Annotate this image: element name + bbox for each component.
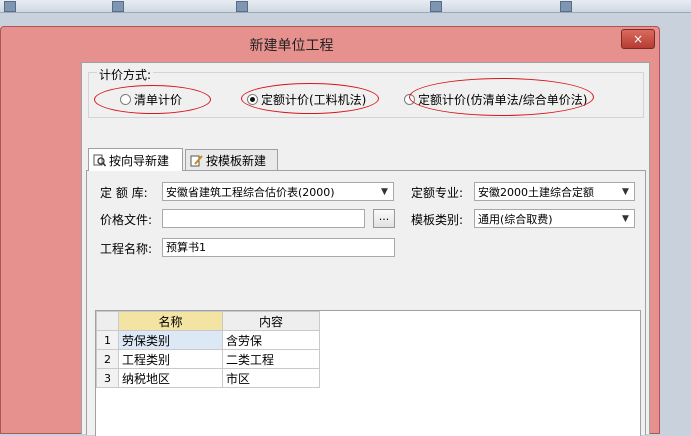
cell-content[interactable]: 市区 bbox=[222, 368, 320, 388]
row-number: 3 bbox=[96, 368, 119, 388]
cell-content[interactable]: 二类工程 bbox=[222, 349, 320, 369]
template-type-select[interactable]: 通用(综合取费) ▼ bbox=[474, 209, 635, 228]
cell-name[interactable]: 工程类别 bbox=[118, 349, 223, 369]
dialog-titlebar[interactable]: 新建单位工程 × bbox=[1, 27, 659, 59]
taskbar-app-icon bbox=[4, 1, 16, 12]
dialog-title: 新建单位工程 bbox=[249, 38, 334, 54]
price-file-label: 价格文件: bbox=[100, 213, 153, 227]
tab-template-new[interactable]: 按模板新建 bbox=[185, 149, 278, 170]
tab-page-wizard: 定 额 库: 安徽省建筑工程综合估价表(2000) ▼ 定额专业: 安徽2000… bbox=[86, 170, 646, 436]
column-header-content[interactable]: 内容 bbox=[222, 311, 320, 331]
tab-label: 按模板新建 bbox=[206, 153, 267, 168]
table-row[interactable]: 1 劳保类别 含劳保 bbox=[96, 330, 320, 350]
taskbar-app-icon bbox=[560, 1, 572, 12]
quota-lib-select[interactable]: 安徽省建筑工程综合估价表(2000) ▼ bbox=[162, 182, 394, 201]
radio-quota-list-imitation[interactable]: 定额计价(仿清单法/综合单价法) bbox=[404, 91, 587, 108]
project-name-input[interactable]: 预算书1 bbox=[162, 238, 395, 257]
magnifier-document-icon bbox=[93, 154, 107, 167]
chevron-down-icon: ▼ bbox=[622, 186, 629, 197]
project-name-label: 工程名称: bbox=[100, 242, 153, 256]
combo-value: 安徽省建筑工程综合估价表(2000) bbox=[166, 185, 335, 199]
table-header-row: 名称 内容 bbox=[96, 311, 320, 331]
row-number-header bbox=[96, 311, 119, 331]
tab-wizard-new[interactable]: 按向导新建 bbox=[88, 148, 183, 171]
chevron-down-icon: ▼ bbox=[381, 186, 388, 197]
project-properties-grid: 名称 内容 1 劳保类别 含劳保 2 工程类别 二类工程 3 纳税地区 市区 bbox=[95, 310, 641, 436]
template-type-label: 模板类别: bbox=[411, 213, 464, 227]
dialog-client-area: 计价方式: 清单计价 定额计价(工料机法) 定额计价(仿清单法/综合单价法) 按… bbox=[81, 62, 650, 436]
cell-name[interactable]: 劳保类别 bbox=[118, 330, 223, 350]
quota-lib-label: 定 额 库: bbox=[100, 186, 148, 200]
radio-button-icon bbox=[120, 94, 131, 105]
radio-label: 定额计价(工料机法) bbox=[261, 93, 367, 107]
radio-label: 清单计价 bbox=[134, 93, 183, 107]
taskbar-app-icon bbox=[236, 1, 248, 12]
table-row[interactable]: 2 工程类别 二类工程 bbox=[96, 349, 320, 369]
quota-major-label: 定额专业: bbox=[411, 186, 464, 200]
cell-name[interactable]: 纳税地区 bbox=[118, 368, 223, 388]
edit-document-icon bbox=[190, 154, 203, 167]
radio-quota-labor-material[interactable]: 定额计价(工料机法) bbox=[247, 91, 366, 108]
radio-label: 定额计价(仿清单法/综合单价法) bbox=[418, 93, 588, 107]
pricing-method-label: 计价方式: bbox=[97, 66, 154, 83]
background-taskbar bbox=[0, 0, 691, 13]
radio-button-selected-icon bbox=[247, 94, 258, 105]
tab-strip: 按向导新建 按模板新建 bbox=[86, 148, 646, 171]
radio-button-icon bbox=[404, 94, 415, 105]
close-icon: × bbox=[632, 32, 644, 46]
combo-value: 通用(综合取费) bbox=[478, 212, 553, 226]
tab-label: 按向导新建 bbox=[109, 153, 170, 168]
radio-list-pricing[interactable]: 清单计价 bbox=[120, 91, 182, 108]
new-unit-project-dialog: 新建单位工程 × 计价方式: 清单计价 定额计价(工料机法) 定额计价(仿清单法… bbox=[0, 26, 660, 436]
close-button[interactable]: × bbox=[621, 29, 655, 49]
combo-value: 安徽2000土建综合定额 bbox=[478, 185, 594, 199]
row-number: 2 bbox=[96, 349, 119, 369]
price-file-input[interactable] bbox=[162, 209, 365, 228]
chevron-down-icon: ▼ bbox=[622, 213, 629, 224]
quota-major-select[interactable]: 安徽2000土建综合定额 ▼ bbox=[474, 182, 635, 201]
taskbar-app-icon bbox=[430, 1, 442, 12]
properties-table: 名称 内容 1 劳保类别 含劳保 2 工程类别 二类工程 3 纳税地区 市区 bbox=[96, 311, 320, 388]
table-row[interactable]: 3 纳税地区 市区 bbox=[96, 368, 320, 388]
row-number: 1 bbox=[96, 330, 119, 350]
taskbar-app-icon bbox=[112, 1, 124, 12]
cell-content[interactable]: 含劳保 bbox=[222, 330, 320, 350]
column-header-name[interactable]: 名称 bbox=[118, 311, 223, 331]
browse-button[interactable]: ... bbox=[373, 209, 395, 228]
